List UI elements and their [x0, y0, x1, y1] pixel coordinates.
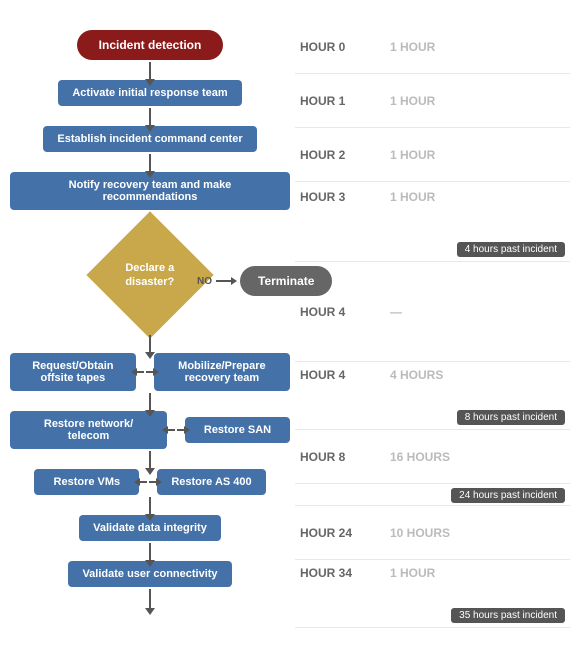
incident-detection-node: Incident detection	[77, 30, 224, 60]
duration-0: 1 HOUR	[390, 40, 480, 54]
declare-disaster-diamond: Declare a disaster?	[86, 211, 213, 338]
hour-24: HOUR 24	[300, 526, 390, 540]
timeline-row-9: HOUR 34 1 HOUR 35 hours past incident	[295, 560, 570, 628]
restore-as400-node: Restore AS 400	[157, 469, 265, 495]
hour-3: HOUR 3	[300, 190, 390, 204]
hour-8: HOUR 8	[300, 450, 390, 464]
main-container: Incident detection Activate initial resp…	[0, 0, 580, 650]
timeline-row-4: HOUR 4 —	[295, 262, 570, 362]
terminate-node: Terminate	[240, 266, 332, 296]
flow-column: Incident detection Activate initial resp…	[10, 20, 290, 628]
timeline-row-6: HOUR 8 16 HOURS	[295, 430, 570, 484]
hour-34: HOUR 34	[300, 566, 390, 580]
timeline-row-7: 24 hours past incident	[295, 484, 570, 506]
duration-1: 1 HOUR	[390, 94, 480, 108]
timeline-row-2: HOUR 2 1 HOUR	[295, 128, 570, 182]
duration-4b: 4 HOURS	[390, 368, 480, 382]
hour-0: HOUR 0	[300, 40, 390, 54]
restore-san-node: Restore SAN	[185, 417, 290, 443]
restore-network-node: Restore network/ telecom	[10, 411, 167, 449]
hour-4b: HOUR 4	[300, 368, 390, 382]
hour-2: HOUR 2	[300, 148, 390, 162]
restore-vms-node: Restore VMs	[34, 469, 139, 495]
duration-8: 16 HOURS	[390, 450, 480, 464]
badge-5: 8 hours past incident	[457, 410, 565, 425]
mobilize-team-node: Mobilize/Prepare recovery team	[154, 353, 290, 391]
duration-24: 10 HOURS	[390, 526, 480, 540]
timeline-row-8: HOUR 24 10 HOURS	[295, 506, 570, 560]
hour-4a: HOUR 4	[300, 305, 390, 319]
duration-4a: —	[390, 305, 480, 319]
request-tapes-node: Request/Obtain offsite tapes	[10, 353, 136, 391]
timeline-row-3: HOUR 3 1 HOUR 4 hours past incident	[295, 182, 570, 262]
timeline-row-5: HOUR 4 4 HOURS 8 hours past incident	[295, 362, 570, 430]
timeline-row-0: HOUR 0 1 HOUR	[295, 20, 570, 74]
duration-3: 1 HOUR	[390, 190, 480, 204]
badge-7: 24 hours past incident	[451, 488, 565, 503]
badge-3: 4 hours past incident	[457, 242, 565, 257]
badge-9: 35 hours past incident	[451, 608, 565, 623]
timeline-column: HOUR 0 1 HOUR HOUR 1 1 HOUR HOUR 2 1 HOU…	[290, 20, 570, 628]
timeline-row-1: HOUR 1 1 HOUR	[295, 74, 570, 128]
duration-2: 1 HOUR	[390, 148, 480, 162]
hour-1: HOUR 1	[300, 94, 390, 108]
no-label: NO	[197, 276, 212, 287]
duration-34: 1 HOUR	[390, 566, 480, 580]
